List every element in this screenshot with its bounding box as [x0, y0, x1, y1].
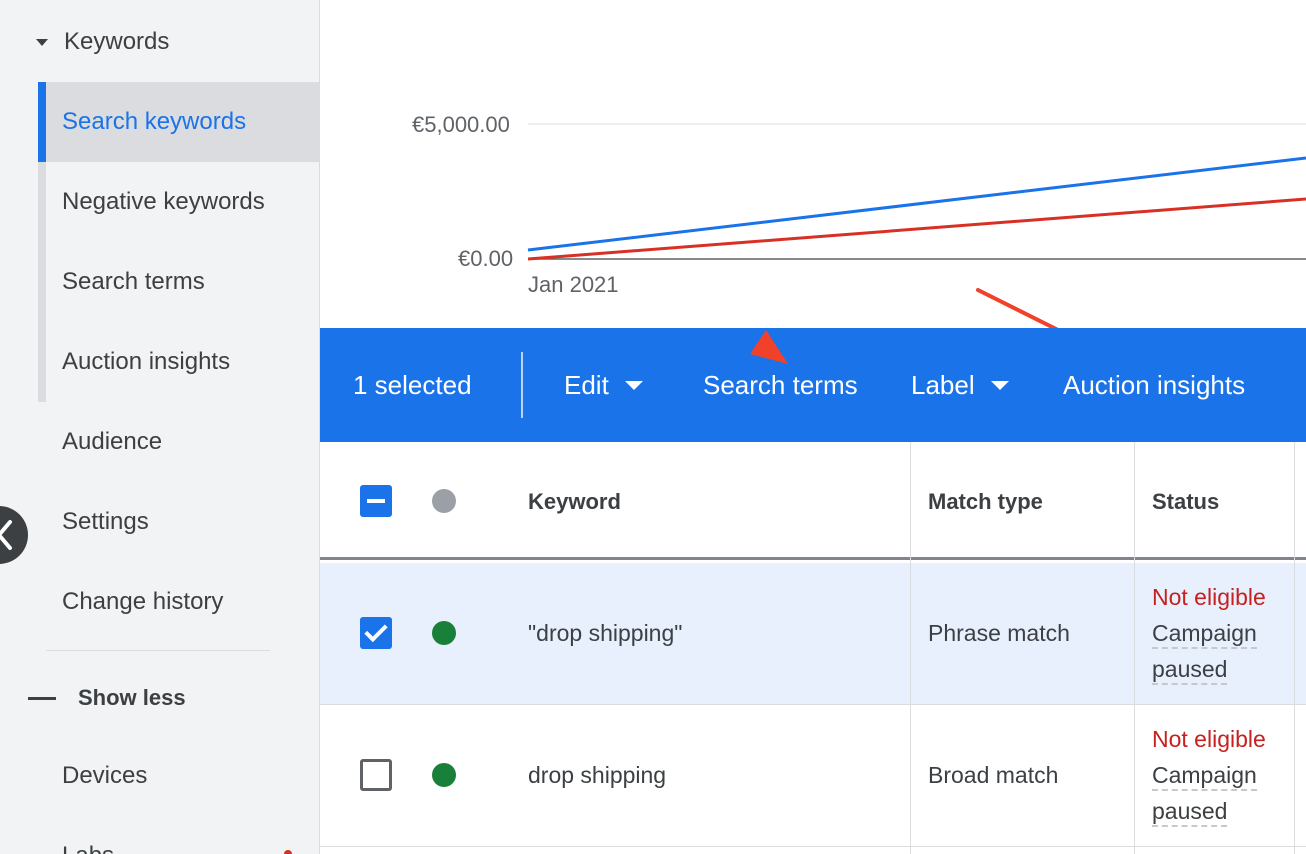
- sidebar-group-label: Keywords: [64, 28, 170, 55]
- status-cell: Not eligible: [1152, 584, 1266, 610]
- sidebar-item-settings[interactable]: Settings: [62, 482, 149, 562]
- y-tick-label: €5,000.00: [412, 112, 510, 137]
- sidebar-group-keywords[interactable]: Keywords: [30, 24, 169, 60]
- edit-label: Edit: [564, 369, 609, 400]
- sidebar-item-labs[interactable]: Labs: [62, 816, 114, 854]
- keyword-cell[interactable]: "drop shipping": [528, 620, 682, 647]
- column-header-match-type[interactable]: Match type: [928, 489, 1043, 515]
- x-tick-label: Jan 2021: [528, 272, 619, 297]
- status-dot-enabled: [432, 763, 456, 787]
- toolbar-separator: [521, 352, 523, 418]
- series-line-red: [527, 197, 1306, 261]
- match-type-cell: Phrase match: [928, 620, 1070, 646]
- sidebar-item-audience[interactable]: Audience: [62, 402, 162, 482]
- column-divider: [1294, 442, 1295, 854]
- status-detail[interactable]: paused: [1152, 798, 1228, 827]
- minus-icon: [28, 696, 56, 700]
- y-tick-label: €0.00: [458, 246, 514, 271]
- series-line-blue: [527, 156, 1306, 252]
- sidebar-active-indicator: [38, 82, 46, 162]
- row-checkbox[interactable]: [360, 759, 392, 791]
- collapse-sidebar-button[interactable]: [0, 506, 28, 564]
- annotation-arrowhead: [750, 330, 788, 364]
- sidebar-item-devices[interactable]: Devices: [62, 736, 147, 816]
- label-menu-button[interactable]: Label: [911, 328, 1009, 442]
- sidebar-item-search-terms[interactable]: Search terms: [62, 242, 205, 322]
- show-less-label: Show less: [78, 685, 186, 710]
- chevron-left-icon: [0, 520, 12, 550]
- table-header: Keyword Match type Status: [320, 442, 1306, 560]
- table-row[interactable]: drop shipping Broad match Not eligible C…: [320, 705, 1306, 847]
- dropdown-arrow-icon: [624, 380, 643, 390]
- select-all-checkbox[interactable]: [360, 485, 392, 517]
- chart-svg: [527, 123, 1306, 328]
- selection-toolbar: 1 selected Edit Search terms Label Aucti…: [320, 328, 1306, 442]
- column-header-status[interactable]: Status: [1152, 489, 1219, 515]
- keyword-cell[interactable]: drop shipping: [528, 762, 666, 789]
- selected-count: 1 selected: [353, 369, 472, 400]
- table-row[interactable]: "drop shipping" Phrase match Not eligibl…: [320, 563, 1306, 705]
- column-header-keyword[interactable]: Keyword: [528, 489, 621, 515]
- dropdown-arrow-icon: [990, 380, 1009, 390]
- status-dot-enabled: [432, 621, 456, 645]
- status-dot-header: [432, 489, 456, 513]
- column-divider: [1134, 442, 1135, 854]
- new-indicator-dot: [284, 850, 292, 854]
- sidebar-item-change-history[interactable]: Change history: [62, 562, 223, 642]
- row-checkbox[interactable]: [360, 617, 392, 649]
- column-divider: [910, 442, 911, 854]
- status-detail[interactable]: Campaign: [1152, 620, 1257, 649]
- sidebar-item-auction-insights[interactable]: Auction insights: [62, 322, 230, 402]
- status-detail[interactable]: paused: [1152, 656, 1228, 685]
- auction-insights-button[interactable]: Auction insights: [1063, 328, 1245, 442]
- sidebar-divider: [46, 650, 270, 651]
- keywords-table: Keyword Match type Status "drop shipping…: [320, 442, 1306, 854]
- label-label: Label: [911, 369, 975, 400]
- status-cell: Not eligible: [1152, 726, 1266, 752]
- sidebar-item-negative-keywords[interactable]: Negative keywords: [62, 162, 265, 242]
- edit-menu-button[interactable]: Edit: [564, 328, 643, 442]
- sidebar-item-search-keywords[interactable]: Search keywords: [62, 82, 246, 162]
- performance-chart: €5,000.00 €0.00 Jan 2021: [320, 0, 1306, 328]
- annotation-arrow-shaft: [976, 288, 1059, 328]
- status-detail[interactable]: Campaign: [1152, 762, 1257, 791]
- caret-down-icon: [36, 38, 48, 46]
- sidebar: Keywords Search keywords Negative keywor…: [0, 0, 320, 854]
- show-less-button[interactable]: Show less: [28, 678, 186, 718]
- match-type-cell: Broad match: [928, 762, 1059, 788]
